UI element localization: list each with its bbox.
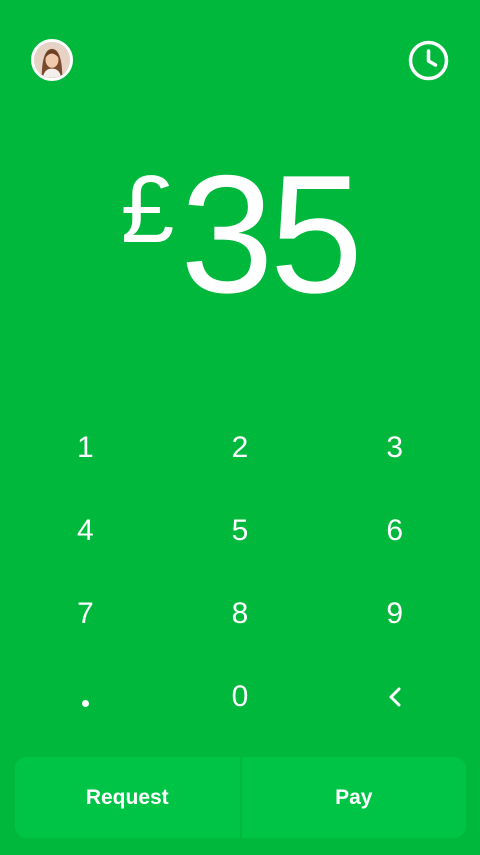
key-5[interactable]: 5	[163, 489, 318, 572]
profile-avatar[interactable]	[31, 39, 73, 81]
key-4[interactable]: 4	[8, 489, 163, 572]
key-6[interactable]: 6	[317, 489, 472, 572]
number-keypad: 1 2 3 4 5 6 7 8 9 0	[8, 406, 472, 738]
key-3[interactable]: 3	[317, 406, 472, 489]
history-button[interactable]	[407, 39, 450, 82]
key-1[interactable]: 1	[8, 406, 163, 489]
key-8[interactable]: 8	[163, 572, 318, 655]
action-bar: Request Pay	[15, 757, 466, 838]
amount-value: 35	[180, 140, 363, 328]
request-button[interactable]: Request	[15, 757, 240, 838]
chevron-left-icon	[389, 687, 401, 706]
key-backspace[interactable]	[317, 655, 472, 738]
key-9[interactable]: 9	[317, 572, 472, 655]
key-0[interactable]: 0	[163, 655, 318, 738]
cash-keypad-screen: £ 35 1 2 3 4 5 6 7 8 9 0 Request Pay	[0, 0, 480, 855]
key-2[interactable]: 2	[163, 406, 318, 489]
amount-display: £ 35	[0, 150, 480, 318]
key-decimal[interactable]	[8, 655, 163, 738]
currency-symbol: £	[120, 156, 175, 263]
key-7[interactable]: 7	[8, 572, 163, 655]
avatar-photo-icon	[34, 42, 70, 78]
pay-button[interactable]: Pay	[241, 757, 466, 838]
decimal-dot-icon	[81, 700, 89, 707]
clock-icon	[408, 40, 449, 81]
